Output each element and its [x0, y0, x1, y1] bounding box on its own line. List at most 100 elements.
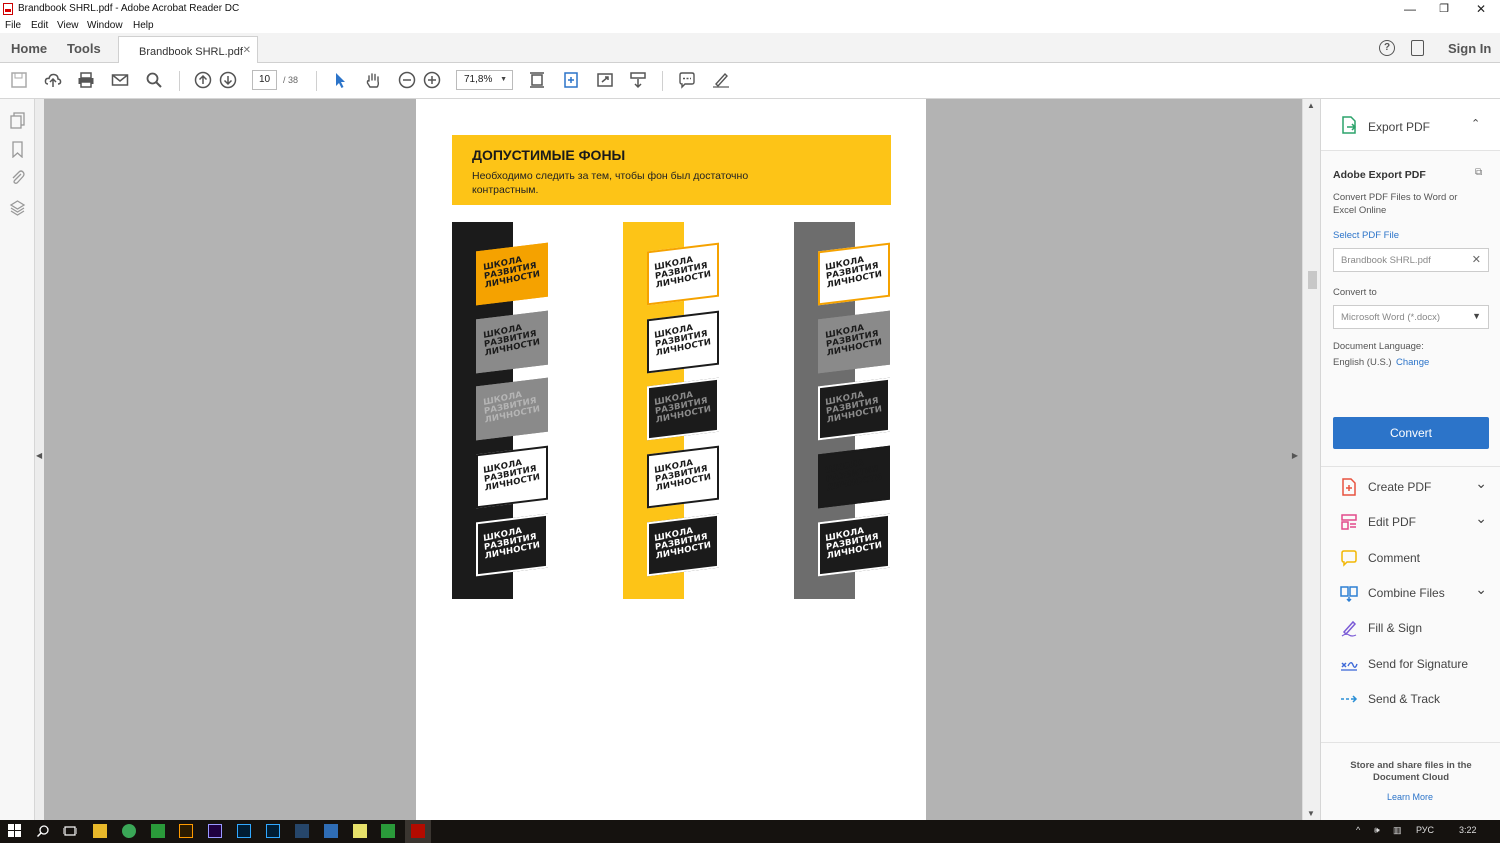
convert-to-select[interactable]: Microsoft Word (*.docx) ▼ [1333, 305, 1489, 329]
hand-tool-icon[interactable] [363, 71, 383, 91]
windows-taskbar: ^ 🕪 ▥ РУС 3:22 [0, 820, 1500, 843]
tab-tools[interactable]: Tools [67, 41, 101, 56]
scroll-down-icon[interactable]: ▼ [1307, 809, 1315, 818]
app-icon-1[interactable] [151, 824, 165, 838]
sign-in-link[interactable]: Sign In [1448, 41, 1491, 56]
tool-send-signature[interactable]: Send for Signature [1321, 647, 1500, 681]
photoshop-icon[interactable] [237, 824, 251, 838]
scroll-mode-icon[interactable] [628, 71, 648, 91]
email-icon[interactable] [110, 71, 130, 91]
clock[interactable]: 3:22 [1459, 825, 1477, 835]
tab-home[interactable]: Home [11, 41, 47, 56]
menu-file[interactable]: File [5, 20, 21, 31]
app-icon-3[interactable] [324, 824, 338, 838]
photoshop-icon-2[interactable] [266, 824, 280, 838]
acrobat-taskbar-button[interactable] [405, 820, 431, 843]
tab-document[interactable]: Brandbook SHRL.pdf ✕ [118, 36, 258, 64]
comment-bubble-icon[interactable] [677, 71, 697, 91]
logo-text: ШКОЛА РАЗВИТИЯ ЛИЧНОСТИ [483, 387, 541, 426]
fit-page-icon[interactable] [527, 71, 547, 91]
chevron-down-icon[interactable]: ⌄ [1475, 510, 1487, 527]
tool-combine-files[interactable]: Combine Files ⌄ [1321, 576, 1500, 610]
chevron-down-icon[interactable]: ⌄ [1475, 581, 1487, 598]
page-thumbnails-icon[interactable] [9, 112, 26, 129]
tool-fill-sign[interactable]: Fill & Sign [1321, 611, 1500, 645]
chevron-down-icon[interactable]: ⌄ [1475, 475, 1487, 492]
logo-text: ШКОЛА РАЗВИТИЯ ЛИЧНОСТИ [654, 320, 712, 359]
pen-sign-icon[interactable] [711, 71, 731, 91]
learn-more-link[interactable]: Learn More [1387, 792, 1433, 802]
tool-send-track[interactable]: Send & Track [1321, 682, 1500, 716]
mobile-link-icon[interactable] [1411, 40, 1424, 56]
print-icon[interactable] [76, 71, 96, 91]
convert-button[interactable]: Convert [1333, 417, 1489, 449]
store-share-text: Store and share files in the Document Cl… [1350, 760, 1472, 783]
app-icon-2[interactable] [295, 824, 309, 838]
logo-text: ШКОЛА РАЗВИТИЯ ЛИЧНОСТИ [654, 387, 712, 426]
menu-window[interactable]: Window [87, 20, 123, 31]
change-language-link[interactable]: Change [1396, 357, 1429, 368]
vertical-scrollbar[interactable]: ▲ ▼ [1302, 99, 1320, 820]
tray-chevron-icon[interactable]: ^ [1356, 825, 1360, 835]
minimize-button[interactable]: — [1395, 0, 1425, 18]
search-icon[interactable] [144, 71, 164, 91]
adobe-export-title: Adobe Export PDF [1333, 169, 1426, 181]
copy-icon[interactable]: ⧉ [1475, 167, 1487, 179]
next-page-icon[interactable] [218, 71, 238, 91]
after-effects-icon[interactable] [208, 824, 222, 838]
chevron-right-icon[interactable]: ▶ [1292, 451, 1298, 460]
menu-view[interactable]: View [57, 20, 79, 31]
convert-to-label: Convert to [1333, 287, 1377, 298]
chevron-down-icon: ▼ [1472, 311, 1481, 321]
volume-icon[interactable]: 🕪 [1374, 825, 1380, 836]
comment-icon [1340, 549, 1358, 567]
menu-help[interactable]: Help [133, 20, 154, 31]
chevron-up-icon[interactable]: ⌃ [1471, 117, 1480, 130]
help-icon[interactable]: ? [1379, 40, 1395, 56]
document-viewport[interactable]: ◀ ДОПУСТИМЫЕ ФОНЫ Необходимо следить за … [35, 99, 1320, 820]
convert-to-value: Microsoft Word (*.docx) [1341, 312, 1441, 323]
adobe-export-section: Adobe Export PDF ⧉ Convert PDF Files to … [1321, 151, 1500, 466]
task-view-icon[interactable] [62, 824, 78, 838]
tool-comment[interactable]: Comment [1321, 541, 1500, 575]
upload-cloud-icon[interactable] [43, 71, 63, 91]
page-number-input[interactable]: 10 [252, 70, 277, 90]
combine-files-icon [1340, 584, 1358, 602]
zoom-select[interactable]: 71,8% ▼ [456, 70, 513, 90]
tool-edit-pdf[interactable]: Edit PDF ⌄ [1321, 505, 1500, 539]
export-pdf-header[interactable]: Export PDF ⌃ [1321, 99, 1500, 151]
save-icon[interactable] [9, 71, 29, 91]
zoom-in-icon[interactable] [422, 71, 442, 91]
full-screen-icon[interactable] [595, 71, 615, 91]
selected-file-field[interactable]: Brandbook SHRL.pdf ✕ [1333, 248, 1489, 272]
attachment-icon[interactable] [9, 169, 26, 186]
tool-create-pdf[interactable]: Create PDF ⌄ [1321, 470, 1500, 504]
restore-button[interactable]: ❐ [1429, 0, 1459, 18]
tool-label: Fill & Sign [1368, 621, 1423, 636]
close-window-button[interactable]: ✕ [1466, 0, 1496, 18]
close-tab-icon[interactable]: ✕ [243, 45, 251, 56]
logo-sample: ШКОЛА РАЗВИТИЯ ЛИЧНОСТИ [647, 310, 719, 374]
windows-start-icon[interactable] [8, 824, 22, 838]
app-icon-5[interactable] [381, 824, 395, 838]
menu-edit[interactable]: Edit [31, 20, 48, 31]
select-pdf-file-link[interactable]: Select PDF File [1333, 230, 1399, 241]
chrome-icon[interactable] [122, 824, 136, 838]
layers-icon[interactable] [9, 199, 26, 216]
file-explorer-icon[interactable] [93, 824, 107, 838]
network-icon[interactable]: ▥ [1393, 825, 1402, 836]
selected-file-name: Brandbook SHRL.pdf [1341, 255, 1431, 266]
illustrator-icon[interactable] [179, 824, 193, 838]
scroll-up-icon[interactable]: ▲ [1307, 101, 1315, 110]
left-panel-toggle[interactable]: ◀ [35, 99, 44, 820]
select-cursor-icon[interactable] [330, 71, 350, 91]
rotate-view-icon[interactable] [561, 71, 581, 91]
zoom-out-icon[interactable] [397, 71, 417, 91]
language-indicator[interactable]: РУС [1416, 825, 1434, 835]
previous-page-icon[interactable] [193, 71, 213, 91]
clear-file-icon[interactable]: ✕ [1472, 253, 1481, 266]
scrollbar-thumb[interactable] [1308, 271, 1317, 289]
search-icon[interactable] [36, 824, 50, 838]
app-icon-4[interactable] [353, 824, 367, 838]
bookmark-icon[interactable] [9, 141, 26, 159]
